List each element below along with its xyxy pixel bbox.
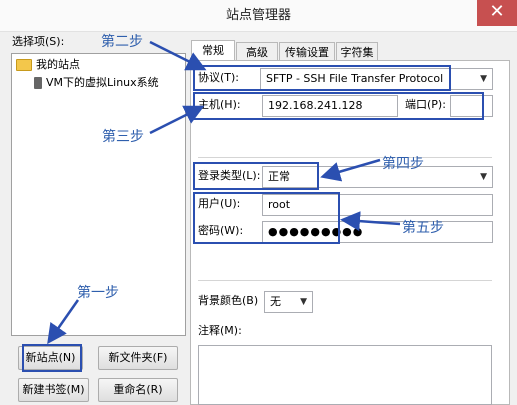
arrow-step1 (47, 299, 80, 345)
arrow-step2 (149, 40, 207, 71)
arrow-step3 (149, 105, 205, 135)
annotation-arrows (47, 40, 401, 345)
arrow-step4 (320, 158, 381, 182)
arrow-step5 (340, 211, 401, 232)
